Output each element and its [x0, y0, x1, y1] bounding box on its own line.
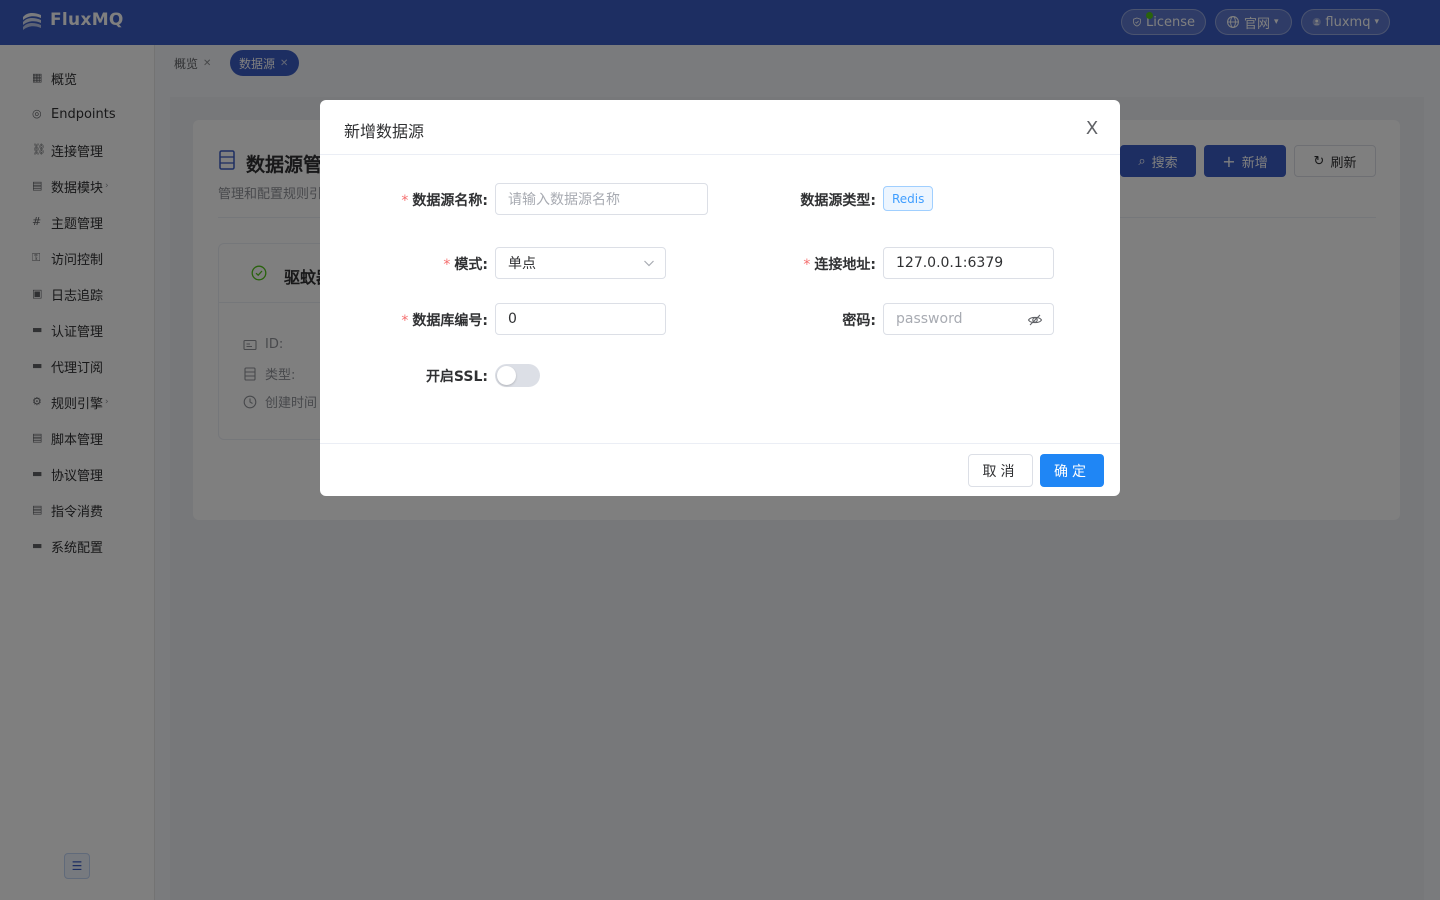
label-text: 连接地址:	[814, 257, 876, 273]
mode-select[interactable]: 单点	[495, 247, 666, 279]
toggle-knob	[497, 366, 516, 385]
dialog-title: 新增数据源	[344, 122, 425, 141]
ssl-toggle[interactable]	[495, 364, 540, 387]
datasource-name-label: * 数据源名称:	[401, 190, 488, 210]
required-mark: *	[401, 193, 409, 209]
address-label: * 连接地址:	[803, 254, 876, 274]
confirm-button[interactable]: 确定	[1040, 454, 1104, 487]
password-label: 密码:	[842, 310, 876, 330]
input-placeholder: password	[896, 311, 963, 327]
chevron-down-icon	[644, 260, 654, 267]
input-placeholder: 请输入数据源名称	[508, 192, 620, 208]
label-text: 密码:	[842, 313, 876, 329]
datasource-type-tag: Redis	[883, 186, 934, 211]
close-button[interactable]: X	[1082, 117, 1102, 139]
db-index-input[interactable]: 0	[495, 303, 666, 335]
input-value: 127.0.0.1:6379	[896, 255, 1004, 271]
close-icon: X	[1085, 117, 1099, 139]
input-value: 0	[508, 311, 517, 327]
tag-text: Redis	[892, 191, 925, 206]
label-text: 数据源类型:	[800, 193, 876, 209]
label-text: 开启SSL:	[425, 369, 488, 385]
ssl-label: 开启SSL:	[426, 366, 488, 386]
cancel-button-label: 取消	[982, 463, 1019, 480]
cancel-button[interactable]: 取消	[968, 454, 1033, 487]
datasource-name-input[interactable]: 请输入数据源名称	[495, 183, 708, 215]
mode-label: * 模式:	[443, 254, 488, 274]
select-value: 单点	[508, 256, 536, 272]
label-text: 模式:	[454, 257, 488, 273]
password-input[interactable]: password	[883, 303, 1054, 335]
eye-off-icon[interactable]	[1027, 312, 1043, 328]
confirm-button-label: 确定	[1054, 463, 1090, 480]
dialog-header-divider	[320, 154, 1120, 155]
dialog-footer-divider	[320, 443, 1120, 444]
add-datasource-dialog: 新增数据源 X * 数据源名称: 请输入数据源名称 数据源类型: Redis * 模…	[320, 100, 1120, 496]
label-text: 数据源名称:	[412, 193, 488, 209]
required-mark: *	[401, 313, 409, 329]
address-input[interactable]: 127.0.0.1:6379	[883, 247, 1054, 279]
required-mark: *	[443, 257, 451, 273]
db-index-label: * 数据库编号:	[401, 310, 488, 330]
label-text: 数据库编号:	[412, 313, 488, 329]
required-mark: *	[803, 257, 811, 273]
datasource-type-label: 数据源类型:	[800, 190, 876, 210]
